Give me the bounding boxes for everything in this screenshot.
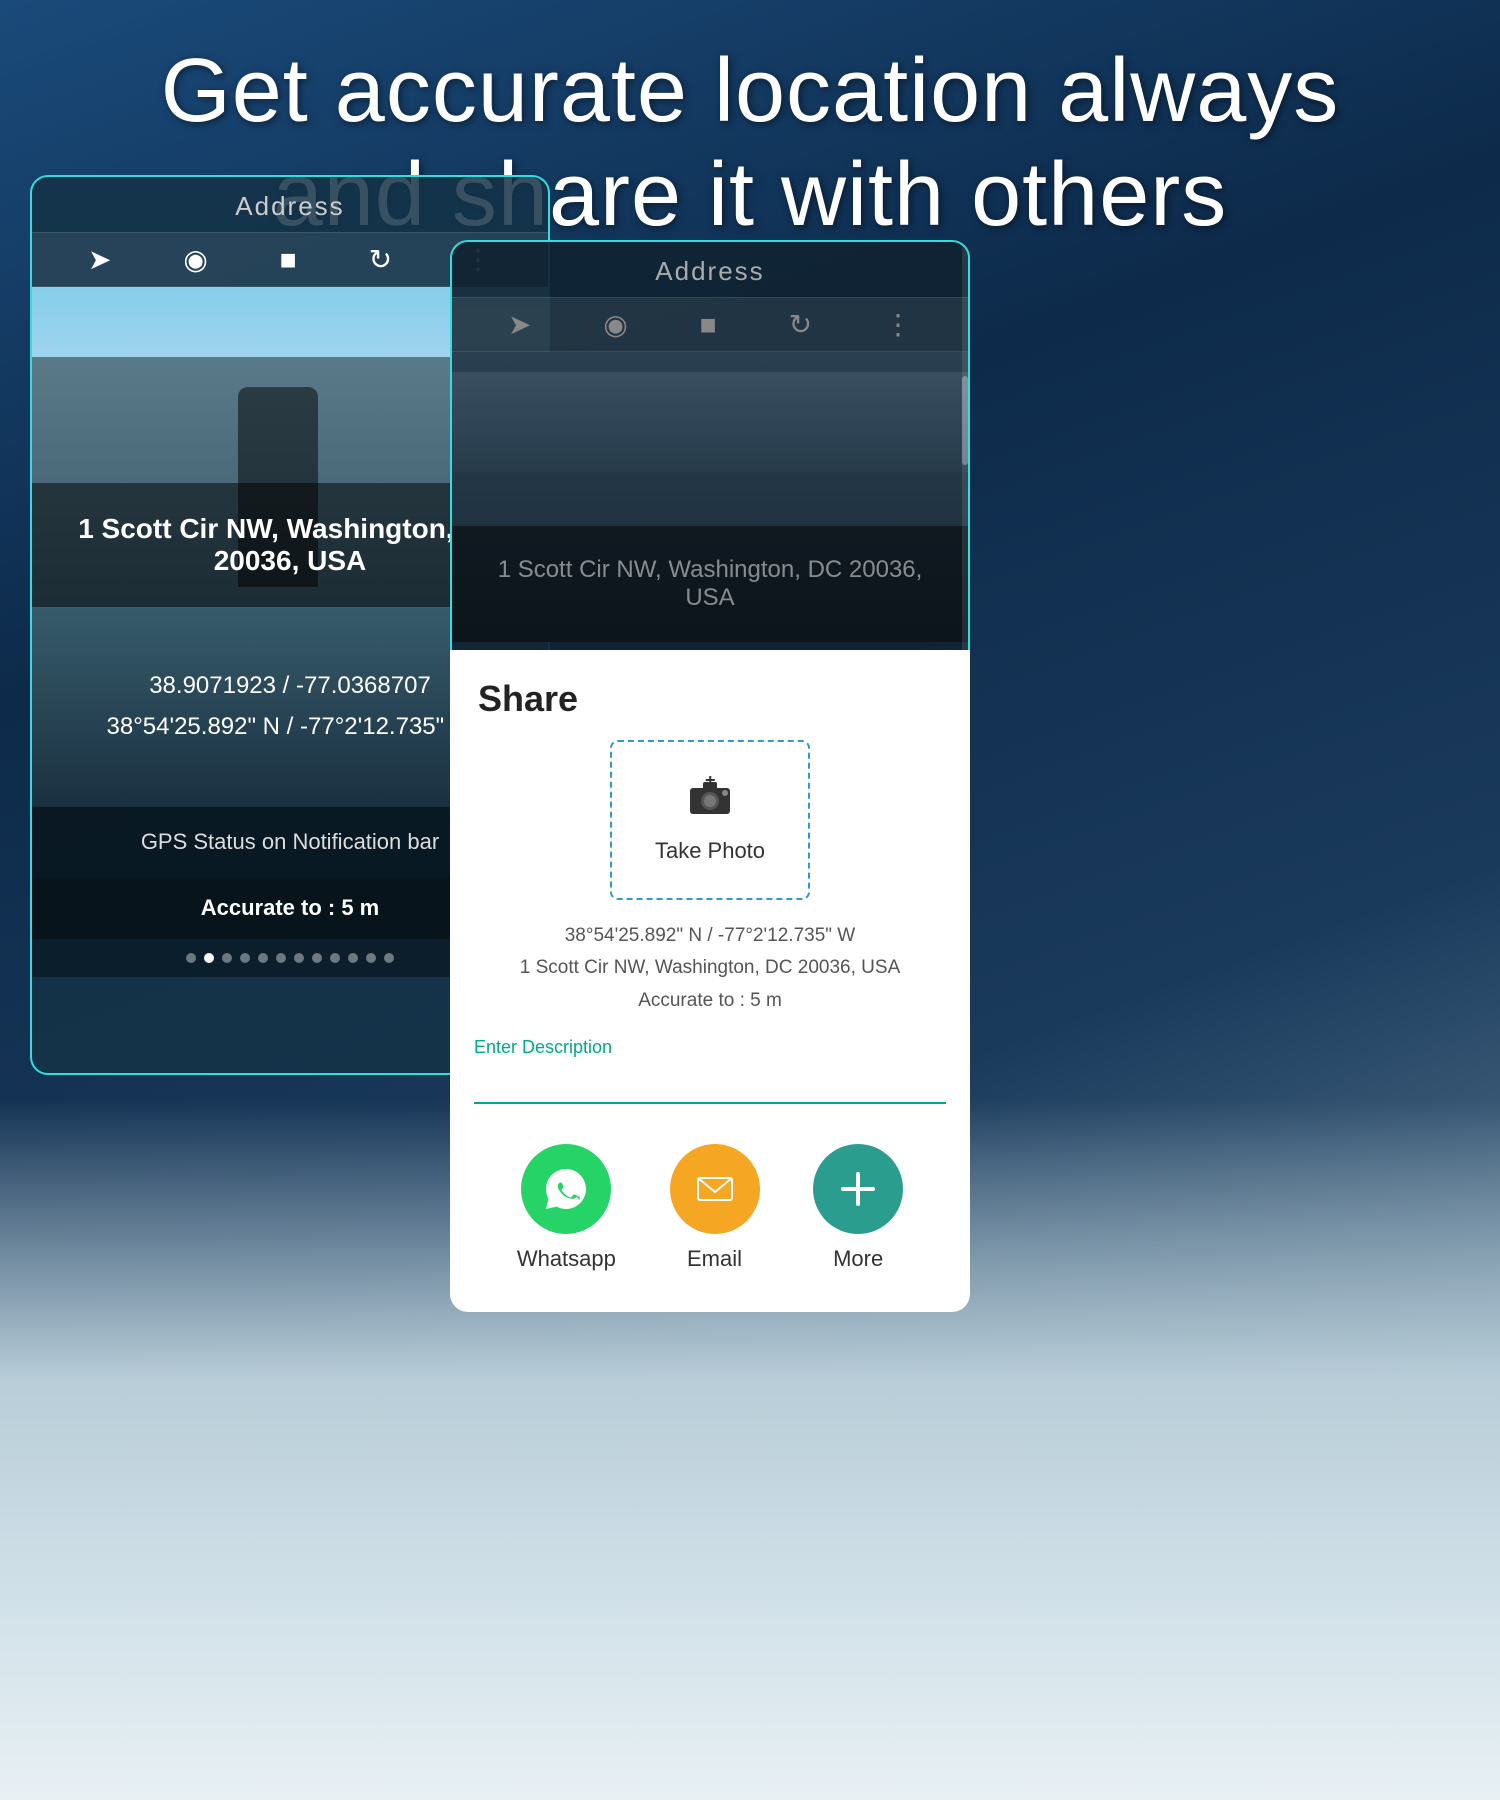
dot-1 <box>186 953 196 963</box>
email-button[interactable]: Email <box>670 1144 760 1272</box>
camera-icon: + <box>685 776 735 828</box>
svg-text:+: + <box>705 776 716 790</box>
description-field: Enter Description <box>474 1037 946 1104</box>
more-button[interactable]: More <box>813 1144 903 1272</box>
share-title: Share <box>450 650 970 740</box>
phone-card-2: Address ➤ ◉ ■ ↻ ⋮ 1 Scott Cir NW, Washin… <box>450 240 970 690</box>
whatsapp-button[interactable]: Whatsapp <box>517 1144 616 1272</box>
refresh-icon[interactable]: ↻ <box>369 243 392 276</box>
dot-5 <box>258 953 268 963</box>
dot-8 <box>312 953 322 963</box>
card1-coords-dms: 38°54'25.892" N / -77°2'12.735" W <box>107 707 474 748</box>
more-label: More <box>833 1246 883 1272</box>
share-panel: Share + Take Photo 38°54'25.892" N / -77… <box>450 650 970 1312</box>
scrollbar[interactable] <box>962 242 968 688</box>
dot-3 <box>222 953 232 963</box>
email-icon <box>670 1144 760 1234</box>
headline-line1: Get accurate location always <box>161 41 1340 141</box>
share-accurate: Accurate to : 5 m <box>470 985 950 1017</box>
email-label: Email <box>687 1246 742 1272</box>
card2-title: Address <box>452 242 968 297</box>
dot-12 <box>384 953 394 963</box>
dot-7 <box>294 953 304 963</box>
card2-address: 1 Scott Cir NW, Washington, DC 20036, US… <box>452 526 968 642</box>
take-photo-button[interactable]: + Take Photo <box>610 740 810 900</box>
share-address: 1 Scott Cir NW, Washington, DC 20036, US… <box>470 952 950 984</box>
description-input[interactable] <box>474 1064 946 1104</box>
share-coords: 38°54'25.892" N / -77°2'12.735" W <box>470 920 950 952</box>
share-location-info: 38°54'25.892" N / -77°2'12.735" W 1 Scot… <box>450 920 970 1037</box>
take-photo-label: Take Photo <box>655 838 765 864</box>
whatsapp-icon <box>521 1144 611 1234</box>
share-buttons: Whatsapp Email More <box>450 1128 970 1282</box>
card2-map: 1 Scott Cir NW, Washington, DC 20036, US… <box>452 352 968 642</box>
share-icon[interactable]: ➤ <box>88 243 111 276</box>
description-label: Enter Description <box>474 1037 946 1058</box>
more-icon <box>813 1144 903 1234</box>
card2-save-icon[interactable]: ■ <box>700 309 717 341</box>
dot-4 <box>240 953 250 963</box>
card1-title: Address <box>32 177 548 232</box>
card2-refresh-icon[interactable]: ↻ <box>789 308 812 341</box>
whatsapp-label: Whatsapp <box>517 1246 616 1272</box>
dot-2 <box>204 953 214 963</box>
dot-6 <box>276 953 286 963</box>
card2-toolbar: ➤ ◉ ■ ↻ ⋮ <box>452 297 968 352</box>
card1-coords-decimal: 38.9071923 / -77.0368707 <box>107 666 474 707</box>
dot-10 <box>348 953 358 963</box>
location-icon[interactable]: ◉ <box>183 243 207 276</box>
card2-location-icon[interactable]: ◉ <box>603 308 627 341</box>
card2-share-icon[interactable]: ➤ <box>508 308 531 341</box>
scrollbar-thumb <box>962 376 968 465</box>
dot-11 <box>366 953 376 963</box>
dot-9 <box>330 953 340 963</box>
card2-grid-icon[interactable]: ⋮ <box>884 308 912 341</box>
save-icon[interactable]: ■ <box>280 244 297 276</box>
